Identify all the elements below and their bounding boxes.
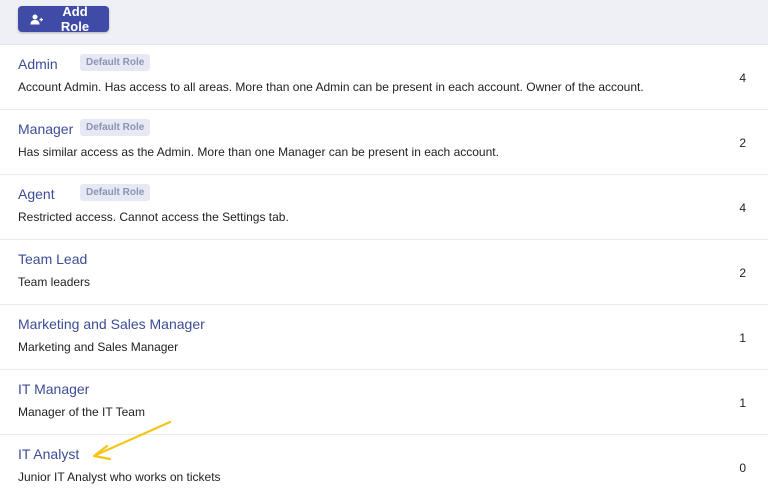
role-name-link[interactable]: IT Analyst [18,446,79,462]
role-name-link[interactable]: Admin [18,56,58,72]
role-name-link[interactable]: Marketing and Sales Manager [18,316,205,332]
role-name-link[interactable]: Team Lead [18,251,87,267]
role-name-link[interactable]: Manager [18,121,73,137]
default-role-badge: Default Role [80,54,151,71]
role-row-team-lead: Team Lead Team leaders 2 [0,239,768,304]
arrow-icon [88,418,178,467]
role-user-count: 2 [739,136,746,150]
role-user-count: 1 [739,331,746,345]
role-user-count: 4 [739,71,746,85]
default-role-badge: Default Role [80,184,151,201]
role-description: Team leaders [18,275,91,289]
role-user-count: 0 [739,461,746,475]
default-role-badge: Default Role [80,119,151,136]
role-name-link[interactable]: IT Manager [18,381,89,397]
role-description: Manager of the IT Team [18,405,145,419]
add-role-button[interactable]: Add Role [18,4,109,34]
role-user-count: 1 [739,396,746,410]
role-user-count: 2 [739,266,746,280]
role-description: Restricted access. Cannot access the Set… [18,210,289,224]
role-description: Junior IT Analyst who works on tickets [18,470,221,484]
role-description: Account Admin. Has access to all areas. … [18,80,644,94]
role-row-marketing-sales-manager: Marketing and Sales Manager Marketing an… [0,304,768,369]
add-role-label: Add Role [60,4,90,34]
toolbar: Add Role [0,0,768,44]
role-row-admin: Admin Default Role Account Admin. Has ac… [0,44,768,109]
role-description: Has similar access as the Admin. More th… [18,145,499,159]
person-add-icon [30,14,43,25]
role-row-manager: Manager Default Role Has similar access … [0,109,768,174]
role-description: Marketing and Sales Manager [18,340,179,354]
role-row-agent: Agent Default Role Restricted access. Ca… [0,174,768,239]
role-name-link[interactable]: Agent [18,186,55,202]
role-user-count: 4 [739,201,746,215]
